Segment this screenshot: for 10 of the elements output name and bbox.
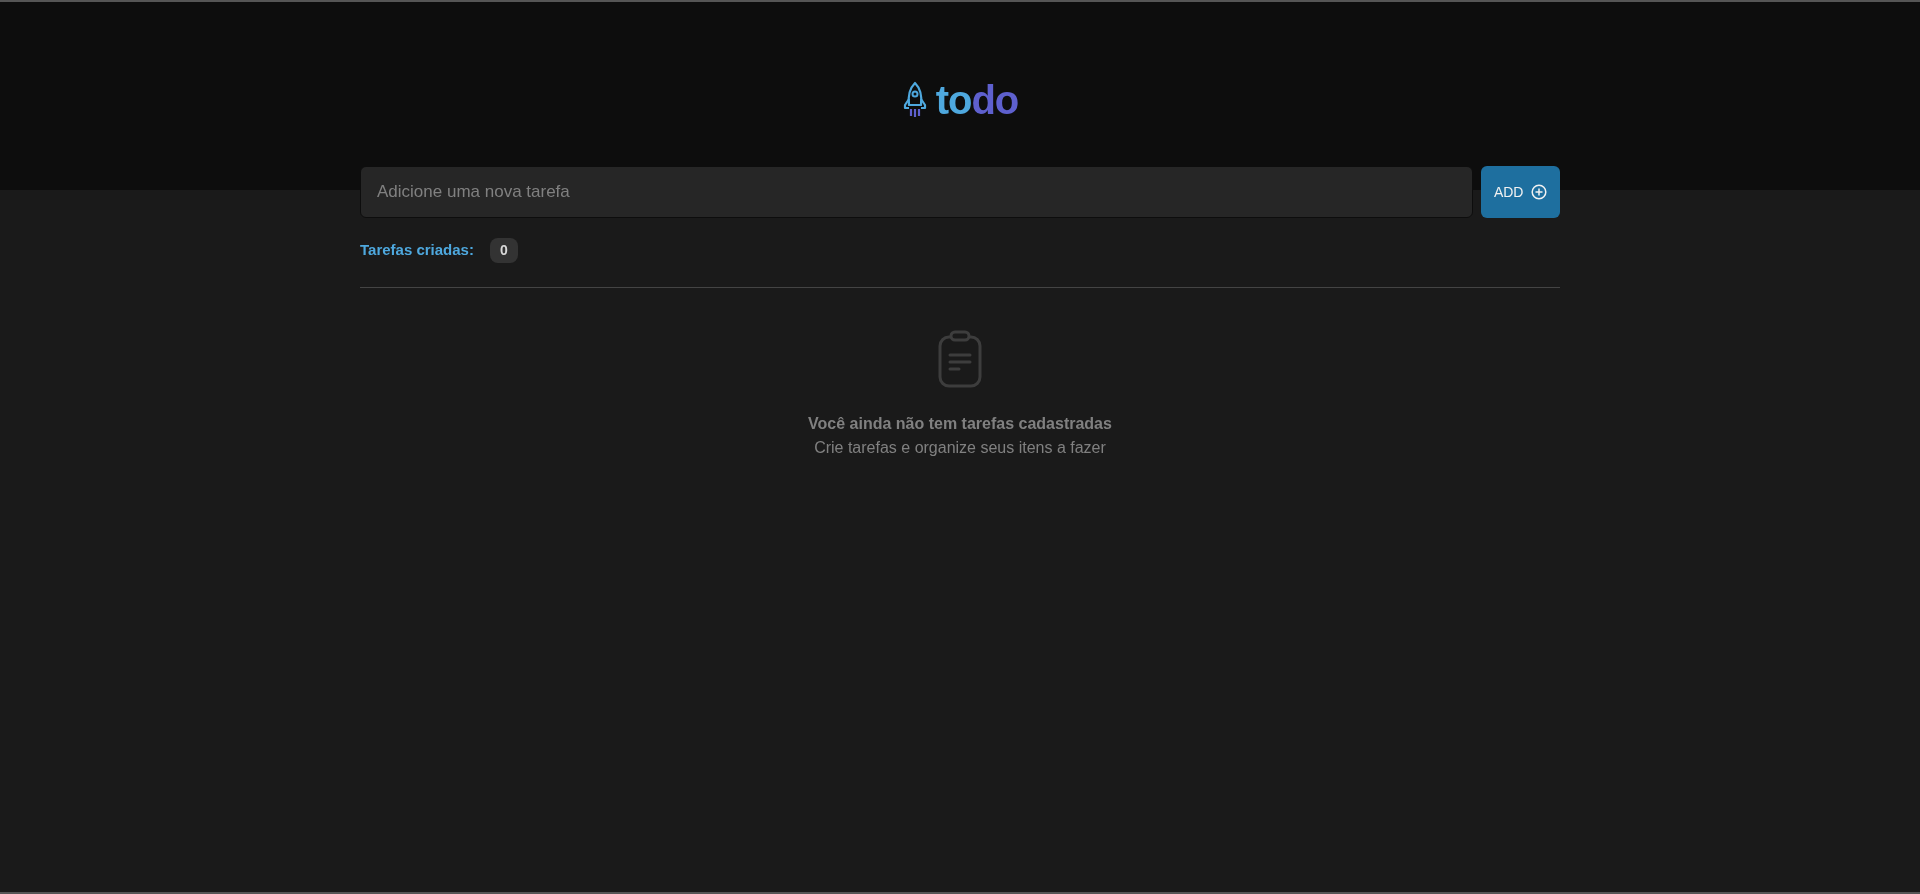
logo-text: todo <box>935 80 1019 120</box>
clipboard-icon <box>937 330 983 388</box>
empty-state-subtitle: Crie tarefas e organize seus itens a fazer <box>814 438 1106 458</box>
rocket-icon <box>901 81 928 119</box>
empty-state-title: Você ainda não tem tarefas cadastradas <box>808 414 1112 434</box>
plus-circle-icon <box>1531 184 1548 200</box>
task-count: 0 <box>489 238 518 263</box>
add-button[interactable]: ADD <box>1481 166 1560 218</box>
new-task-field[interactable]: Adicione uma nova tarefa <box>360 166 1474 218</box>
tasks-created-label: Tarefas criadas: <box>360 240 474 261</box>
